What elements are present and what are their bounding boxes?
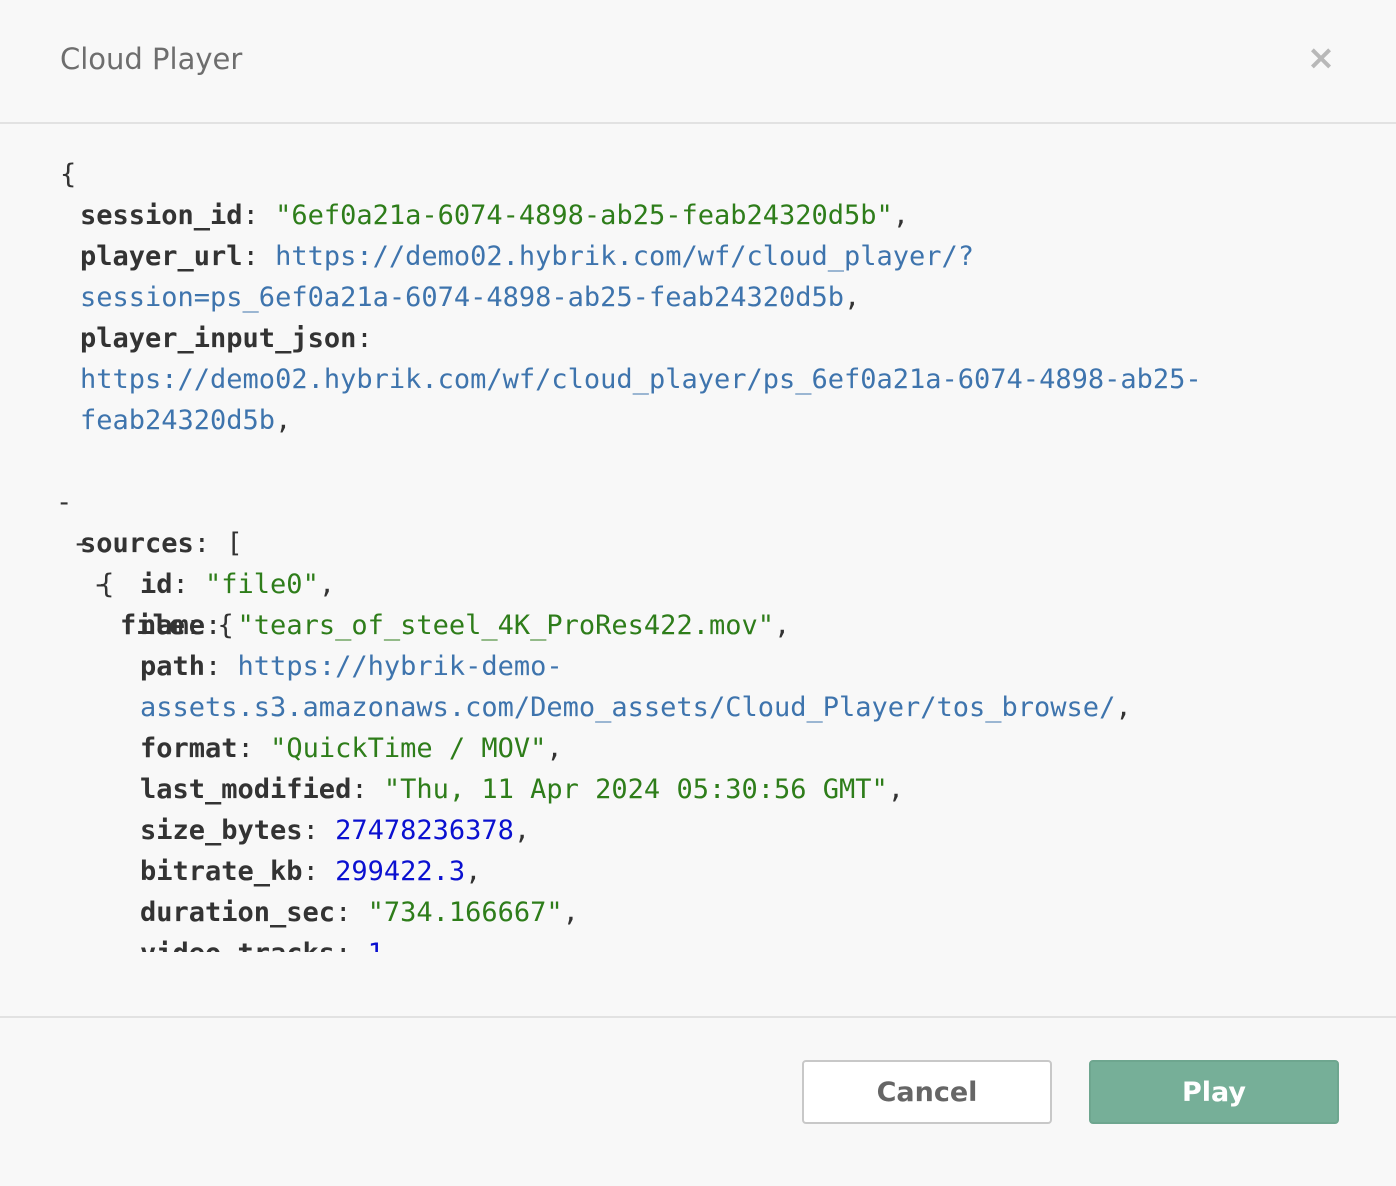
dialog-title: Cloud Player — [60, 42, 243, 76]
json-line: feab24320d5b, — [80, 405, 292, 436]
json-key-format: format — [140, 733, 238, 764]
json-value-last-modified: "Thu, 11 Apr 2024 05:30:56 GMT" — [383, 774, 888, 805]
dialog-footer: Cancel Play — [0, 1016, 1396, 1186]
json-line: session=ps_6ef0a21a-6074-4898-ab25-feab2… — [80, 282, 861, 313]
json-value-video-tracks: 1 — [368, 938, 384, 952]
json-value-format: "QuickTime / MOV" — [270, 733, 547, 764]
json-key-duration-sec: duration_sec — [140, 897, 336, 928]
json-key-path: path — [140, 651, 206, 682]
json-line: size_bytes: 27478236378, — [140, 815, 531, 846]
cloud-player-dialog: Cloud Player × { session_id: "6ef0a21a-6… — [0, 0, 1396, 1186]
json-line: duration_sec: "734.166667", — [140, 897, 579, 928]
json-key-player-url: player_url — [80, 241, 243, 272]
json-key-bitrate-kb: bitrate_kb — [140, 856, 303, 887]
json-key-name: name — [140, 610, 206, 641]
json-line: format: "QuickTime / MOV", — [140, 733, 563, 764]
json-value-id: "file0" — [205, 569, 319, 600]
json-key-video-tracks: video_tracks — [140, 938, 335, 952]
json-link-player-url-2[interactable]: session=ps_6ef0a21a-6074-4898-ab25-feab2… — [80, 282, 844, 313]
json-line: name: "tears_of_steel_4K_ProRes422.mov", — [140, 610, 791, 641]
json-link-player-input-json-1[interactable]: https://demo02.hybrik.com/wf/cloud_playe… — [80, 364, 1202, 395]
json-line: session_id: "6ef0a21a-6074-4898-ab25-fea… — [80, 200, 910, 231]
json-link-path-1[interactable]: https://hybrik-demo- — [238, 651, 563, 682]
json-value-name: "tears_of_steel_4K_ProRes422.mov" — [237, 610, 774, 641]
json-link-player-input-json-2[interactable]: feab24320d5b — [80, 405, 275, 436]
json-value-size-bytes: 27478236378 — [335, 815, 514, 846]
dialog-body[interactable]: { session_id: "6ef0a21a-6074-4898-ab25-f… — [0, 126, 1396, 952]
json-key-id: id — [140, 569, 173, 600]
json-key-player-input-json: player_input_json — [80, 323, 357, 354]
json-line: video_tracks: 1 — [0, 933, 1396, 952]
json-line: player_url: https://demo02.hybrik.com/wf… — [80, 241, 975, 272]
json-open-brace: { — [60, 159, 77, 190]
json-link-player-url-1[interactable]: https://demo02.hybrik.com/wf/cloud_playe… — [275, 241, 974, 272]
json-key-size-bytes: size_bytes — [140, 815, 303, 846]
json-line: path: https://hybrik-demo- — [140, 651, 563, 682]
json-line: https://demo02.hybrik.com/wf/cloud_playe… — [0, 359, 1396, 400]
close-icon[interactable]: × — [1306, 40, 1336, 76]
json-key-session-id: session_id — [80, 200, 243, 231]
json-value-session-id: "6ef0a21a-6074-4898-ab25-feab24320d5b" — [275, 200, 893, 231]
json-link-path-2[interactable]: assets.s3.amazonaws.com/Demo_assets/Clou… — [140, 692, 1115, 723]
play-button[interactable]: Play — [1089, 1060, 1339, 1124]
json-line: id: "file0", — [140, 569, 336, 600]
cancel-button[interactable]: Cancel — [802, 1060, 1052, 1124]
json-line: bitrate_kb: 299422.3, — [140, 856, 482, 887]
json-value-bitrate-kb: 299422.3 — [335, 856, 466, 887]
json-line: - { — [0, 482, 1396, 600]
dialog-header: Cloud Player × — [0, 0, 1396, 124]
json-line: - file: { — [0, 523, 1396, 641]
json-line: - sources: [ — [0, 441, 1396, 559]
json-line: last_modified: "Thu, 11 Apr 2024 05:30:5… — [140, 774, 905, 805]
json-key-last-modified: last_modified — [140, 774, 352, 805]
json-line: { — [0, 154, 1396, 195]
json-value-duration-sec: "734.166667" — [367, 897, 563, 928]
json-line: assets.s3.amazonaws.com/Demo_assets/Clou… — [140, 692, 1132, 723]
json-line: player_input_json: — [80, 323, 373, 354]
